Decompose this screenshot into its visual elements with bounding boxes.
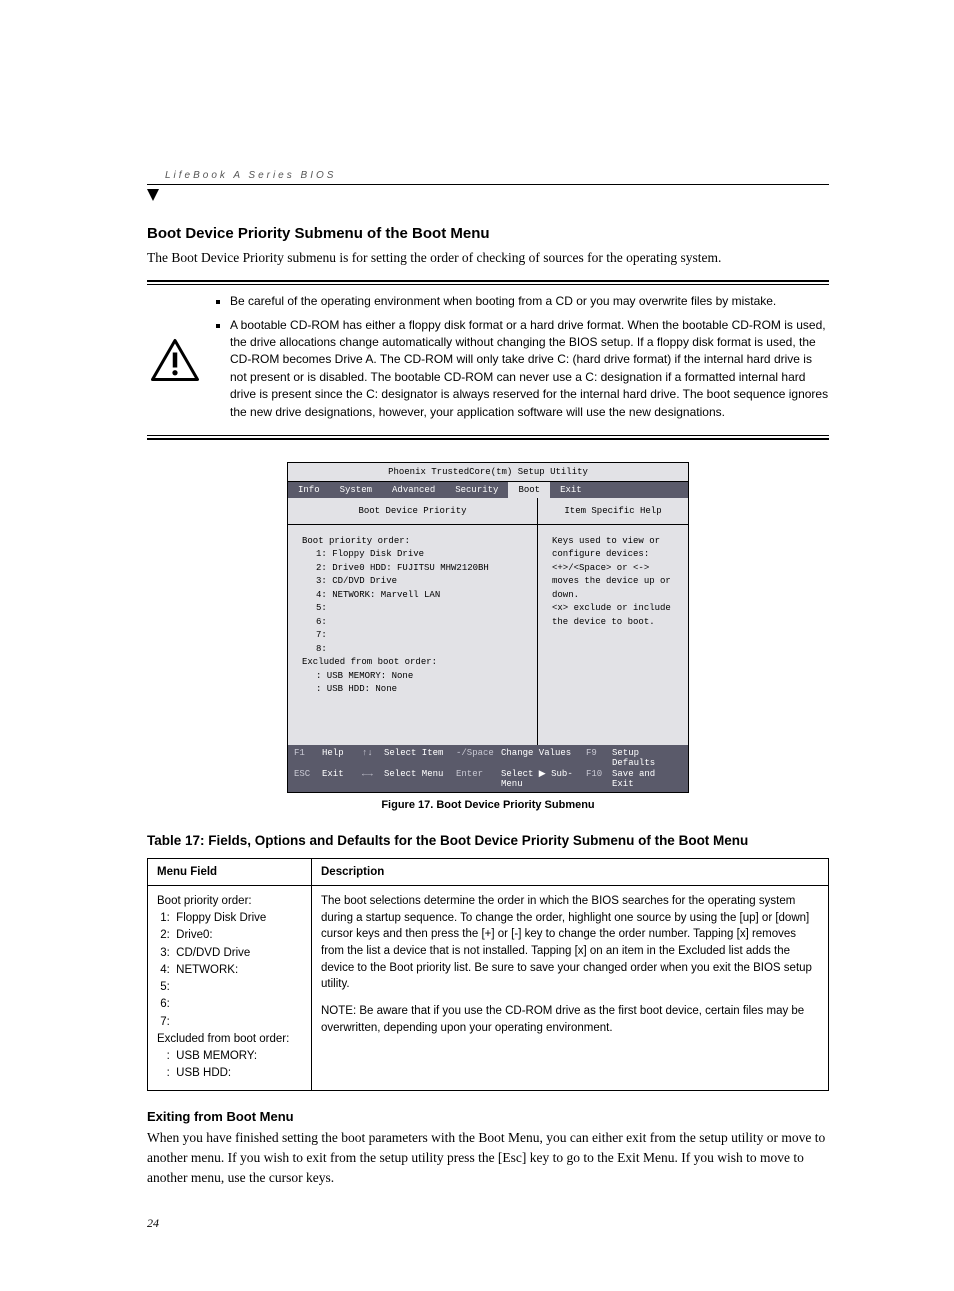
section-intro: The Boot Device Priority submenu is for …	[147, 248, 829, 268]
table-cell-description: The boot selections determine the order …	[312, 885, 829, 1090]
help-line: <+>/<Space> or <->	[552, 562, 678, 576]
footer-label: Exit	[322, 769, 362, 789]
exiting-heading: Exiting from Boot Menu	[147, 1109, 829, 1124]
bios-tab-advanced[interactable]: Advanced	[382, 482, 445, 498]
bios-tab-bar: Info System Advanced Security Boot Exit	[288, 482, 688, 498]
footer-key: ↑↓	[362, 748, 384, 768]
help-line: the device to boot.	[552, 616, 678, 630]
bios-footer: F1 Help ↑↓ Select Item -/Space Change Va…	[288, 745, 688, 792]
priority-label: Boot priority order:	[302, 535, 527, 549]
excluded-item[interactable]: : USB HDD: None	[316, 683, 527, 697]
running-header: LifeBook A Series BIOS	[165, 170, 829, 181]
footer-label: Select Item	[384, 748, 456, 768]
bios-tab-security[interactable]: Security	[445, 482, 508, 498]
footer-label: Setup Defaults	[612, 748, 682, 768]
help-line: configure devices:	[552, 548, 678, 562]
warning-bullet: A bootable CD-ROM has either a floppy di…	[230, 317, 829, 421]
help-line: moves the device up or	[552, 575, 678, 589]
bios-utility-title: Phoenix TrustedCore(tm) Setup Utility	[288, 463, 688, 482]
priority-item[interactable]: 3: CD/DVD Drive	[316, 575, 527, 589]
footer-key: ESC	[294, 769, 322, 789]
figure-caption: Figure 17. Boot Device Priority Submenu	[147, 799, 829, 811]
footer-key: F1	[294, 748, 322, 768]
footer-label: Select Menu	[384, 769, 456, 789]
header-rule	[147, 184, 829, 185]
footer-label: Select ▶ Sub-Menu	[501, 769, 586, 789]
help-line: Keys used to view or	[552, 535, 678, 549]
bios-tab-info[interactable]: Info	[288, 482, 330, 498]
description-note: NOTE: Be aware that if you use the CD-RO…	[321, 1003, 819, 1036]
help-line: down.	[552, 589, 678, 603]
header-triangle-icon	[147, 189, 159, 201]
table-cell-menu-field: Boot priority order: 1: Floppy Disk Driv…	[148, 885, 312, 1090]
footer-key: -/Space	[456, 748, 501, 768]
priority-item[interactable]: 7:	[316, 629, 527, 643]
excluded-label: Excluded from boot order:	[302, 656, 527, 670]
bios-right-title: Item Specific Help	[538, 498, 688, 525]
footer-label: Change Values	[501, 748, 586, 768]
priority-item[interactable]: 2: Drive0 HDD: FUJITSU MHW2120BH	[316, 562, 527, 576]
bios-left-title: Boot Device Priority	[288, 498, 537, 525]
priority-item[interactable]: 5:	[316, 602, 527, 616]
description-paragraph: The boot selections determine the order …	[321, 893, 819, 993]
help-line: <x> exclude or include	[552, 602, 678, 616]
bios-tab-system[interactable]: System	[330, 482, 382, 498]
footer-key: F9	[586, 748, 612, 768]
footer-label: Save and Exit	[612, 769, 682, 789]
warning-bullet: Be careful of the operating environment …	[230, 293, 829, 310]
info-table: Menu Field Description Boot priority ord…	[147, 858, 829, 1091]
table-title: Table 17: Fields, Options and Defaults f…	[147, 833, 829, 848]
bios-tab-boot[interactable]: Boot	[508, 482, 550, 498]
priority-item[interactable]: 4: NETWORK: Marvell LAN	[316, 589, 527, 603]
bios-left-panel: Boot priority order: 1: Floppy Disk Driv…	[288, 525, 537, 745]
bios-help-panel: Keys used to view or configure devices: …	[538, 525, 688, 745]
footer-key: Enter	[456, 769, 501, 789]
bios-screenshot: Phoenix TrustedCore(tm) Setup Utility In…	[287, 462, 689, 793]
warning-icon	[147, 293, 202, 427]
priority-item[interactable]: 8:	[316, 643, 527, 657]
table-header-menu-field: Menu Field	[148, 858, 312, 885]
bios-tab-exit[interactable]: Exit	[550, 482, 592, 498]
page-number: 24	[147, 1216, 829, 1231]
footer-key: ←→	[362, 769, 384, 789]
footer-label: Help	[322, 748, 362, 768]
footer-key: F10	[586, 769, 612, 789]
exiting-body: When you have finished setting the boot …	[147, 1128, 829, 1189]
table-header-description: Description	[312, 858, 829, 885]
priority-item[interactable]: 1: Floppy Disk Drive	[316, 548, 527, 562]
excluded-item[interactable]: : USB MEMORY: None	[316, 670, 527, 684]
warning-notice: Be careful of the operating environment …	[147, 280, 829, 440]
priority-item[interactable]: 6:	[316, 616, 527, 630]
section-title: Boot Device Priority Submenu of the Boot…	[147, 225, 829, 242]
